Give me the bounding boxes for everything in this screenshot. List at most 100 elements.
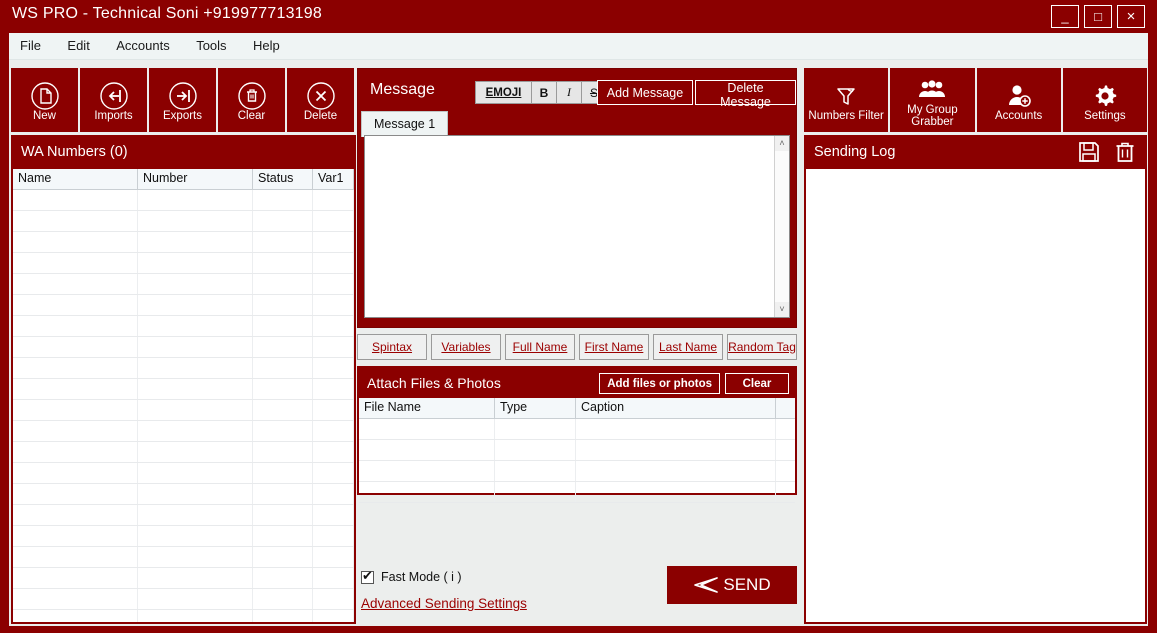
imports-button[interactable]: Imports	[80, 68, 147, 132]
table-cell	[138, 190, 253, 210]
table-cell	[138, 358, 253, 378]
table-row[interactable]	[13, 379, 354, 400]
table-row[interactable]	[13, 610, 354, 624]
attachments-title: Attach Files & Photos	[367, 375, 501, 391]
settings-button[interactable]: Settings	[1063, 68, 1147, 132]
trash-icon[interactable]	[1113, 140, 1137, 168]
send-button[interactable]: SEND	[667, 566, 797, 604]
advanced-sending-settings-link[interactable]: Advanced Sending Settings	[361, 596, 527, 611]
table-row[interactable]	[359, 440, 795, 461]
emoji-button[interactable]: EMOJI	[475, 81, 532, 104]
my-group-grabber-button[interactable]: My Group Grabber	[890, 68, 974, 132]
fast-mode-checkbox[interactable]	[361, 571, 374, 584]
floppy-save-icon[interactable]	[1077, 140, 1101, 168]
first-name-button[interactable]: First Name	[579, 334, 649, 360]
table-cell	[253, 589, 313, 609]
table-cell	[138, 526, 253, 546]
maximize-button[interactable]: □	[1084, 5, 1112, 28]
table-row[interactable]	[13, 568, 354, 589]
add-files-button[interactable]: Add files or photos	[599, 373, 720, 394]
table-row[interactable]	[13, 442, 354, 463]
menu-item-edit[interactable]: Edit	[56, 33, 100, 58]
table-row[interactable]	[13, 253, 354, 274]
fast-mode-toggle[interactable]: Fast Mode ( i )	[361, 570, 527, 584]
table-cell	[313, 337, 354, 357]
table-row[interactable]	[13, 547, 354, 568]
table-cell	[138, 253, 253, 273]
menu-item-accounts[interactable]: Accounts	[105, 33, 180, 58]
accounts-button[interactable]: Accounts	[977, 68, 1061, 132]
scrollbar-track[interactable]	[775, 151, 789, 302]
table-cell	[313, 547, 354, 567]
message-input[interactable]	[365, 136, 774, 317]
table-row[interactable]	[13, 526, 354, 547]
wa-numbers-rows[interactable]	[13, 190, 354, 624]
table-row[interactable]	[13, 316, 354, 337]
table-cell	[253, 232, 313, 252]
table-cell	[495, 440, 576, 460]
scroll-down-arrow-icon[interactable]: ˅	[775, 302, 789, 317]
column-header-name[interactable]: Name	[13, 169, 138, 189]
spintax-button[interactable]: Spintax	[357, 334, 427, 360]
column-header-caption[interactable]: Caption	[576, 398, 776, 418]
column-header-status[interactable]: Status	[253, 169, 313, 189]
menu-item-help[interactable]: Help	[242, 33, 291, 58]
right-toolbar: Numbers Filter My Group Grabber	[804, 68, 1147, 132]
exports-button[interactable]: Exports	[149, 68, 216, 132]
table-row[interactable]	[13, 589, 354, 610]
table-row[interactable]	[13, 421, 354, 442]
last-name-button[interactable]: Last Name	[653, 334, 723, 360]
table-row[interactable]	[13, 484, 354, 505]
menu-item-file[interactable]: File	[9, 33, 52, 58]
delete-message-button[interactable]: Delete Message	[695, 80, 796, 105]
scroll-up-arrow-icon[interactable]: ˄	[775, 136, 789, 151]
table-row[interactable]	[13, 505, 354, 526]
table-row[interactable]	[13, 232, 354, 253]
bold-button[interactable]: B	[531, 81, 557, 104]
table-row[interactable]	[13, 358, 354, 379]
table-row[interactable]	[13, 337, 354, 358]
add-message-button[interactable]: Add Message	[597, 80, 693, 105]
column-header-file-name[interactable]: File Name	[359, 398, 495, 418]
clear-button[interactable]: Clear	[218, 68, 285, 132]
column-header-var1[interactable]: Var1	[313, 169, 354, 189]
table-row[interactable]	[13, 295, 354, 316]
variables-button[interactable]: Variables	[431, 334, 501, 360]
numbers-filter-button[interactable]: Numbers Filter	[804, 68, 888, 132]
page-icon	[30, 79, 60, 113]
new-button-label: New	[33, 110, 56, 122]
table-row[interactable]	[359, 482, 795, 503]
new-button[interactable]: New	[11, 68, 78, 132]
table-row[interactable]	[359, 419, 795, 440]
attachments-rows[interactable]	[359, 419, 795, 503]
table-cell	[138, 610, 253, 624]
menu-item-tools[interactable]: Tools	[185, 33, 237, 58]
full-name-button[interactable]: Full Name	[505, 334, 575, 360]
italic-button[interactable]: I	[556, 81, 582, 104]
clear-files-button[interactable]: Clear	[725, 373, 789, 394]
table-cell	[138, 505, 253, 525]
numbers-panel: New Imports	[11, 68, 356, 624]
minimize-button[interactable]: _	[1051, 5, 1079, 28]
sending-log-body[interactable]	[804, 169, 1147, 624]
fast-mode-label: Fast Mode ( i )	[381, 570, 462, 584]
table-row[interactable]	[13, 274, 354, 295]
random-tag-button[interactable]: Random Tag	[727, 334, 797, 360]
table-cell	[253, 274, 313, 294]
table-cell	[253, 337, 313, 357]
table-row[interactable]	[359, 461, 795, 482]
table-row[interactable]	[13, 463, 354, 484]
column-header-number[interactable]: Number	[138, 169, 253, 189]
column-header-type[interactable]: Type	[495, 398, 576, 418]
tab-message-1[interactable]: Message 1	[361, 111, 448, 137]
close-button[interactable]: ×	[1117, 5, 1145, 28]
table-cell	[138, 337, 253, 357]
table-row[interactable]	[13, 190, 354, 211]
table-row[interactable]	[13, 211, 354, 232]
wa-numbers-grid[interactable]: Name Number Status Var1	[11, 169, 356, 624]
delete-button[interactable]: Delete	[287, 68, 354, 132]
message-scrollbar[interactable]: ˄ ˅	[774, 136, 789, 317]
table-row[interactable]	[13, 400, 354, 421]
table-cell	[313, 463, 354, 483]
table-cell	[13, 442, 138, 462]
